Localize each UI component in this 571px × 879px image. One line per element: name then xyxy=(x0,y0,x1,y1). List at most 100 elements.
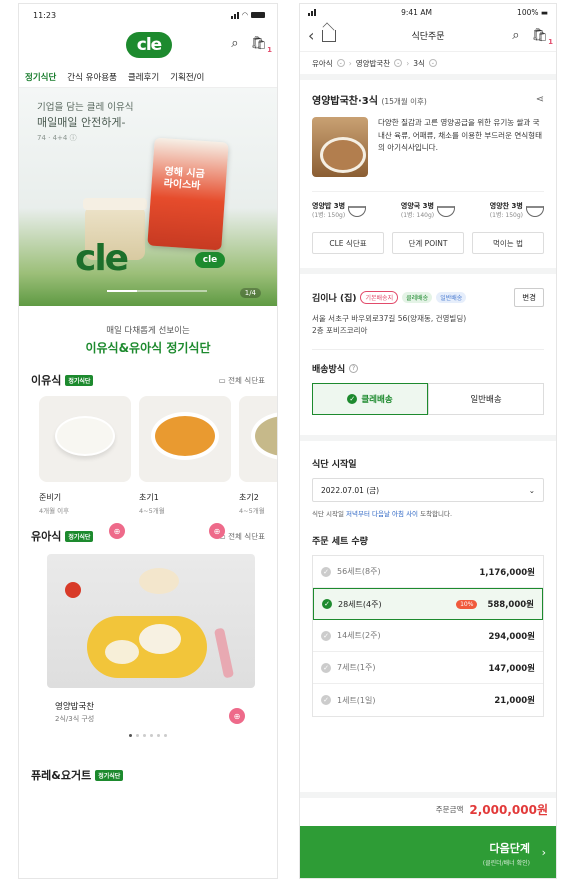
quantity-option-selected[interactable]: ✓ 28세트(4주) 10% 588,000원 xyxy=(313,588,543,620)
section-puree: 퓨레&요거트 정기식단 xyxy=(19,763,277,787)
section-tag: 정기식단 xyxy=(65,530,94,542)
signal-icon xyxy=(230,11,239,19)
search-icon[interactable]: ⌕ xyxy=(512,28,519,43)
category-tab-2[interactable]: 클레후기 xyxy=(128,71,159,83)
breadcrumb-item[interactable]: 유아식 xyxy=(312,58,333,69)
cart-add-button[interactable]: ⊕ xyxy=(229,708,245,724)
section-title: 유아식 xyxy=(31,530,62,543)
category-tab-0[interactable]: 정기식단 xyxy=(25,71,56,83)
chevron-down-icon[interactable]: ⌄ xyxy=(394,59,403,67)
delivery-option-normal[interactable]: 일반배송 xyxy=(428,383,544,415)
baby-food-carousel[interactable]: 준비기 4개월 이후 ⊕ 초기1 4~5개월 ⊕ 초기2 4~5개월 xyxy=(19,392,277,539)
check-icon: ✓ xyxy=(321,630,331,641)
menu-table-button[interactable]: CLE 식단표 xyxy=(312,232,384,254)
bowl-icon xyxy=(526,205,544,217)
discount-badge: 10% xyxy=(456,599,478,609)
card-sub: 4개월 이후 xyxy=(39,507,70,515)
delivery-address: 김이나 (집) 기본배송지 클레배송 일반배송 변경 서울 서초구 바우뫼로37… xyxy=(300,274,556,350)
category-tab-1[interactable]: 간식 유아용품 xyxy=(67,71,117,83)
chevron-down-icon[interactable]: ⌄ xyxy=(336,59,345,67)
cart-add-button[interactable]: ⊕ xyxy=(209,523,225,539)
delivery-option-cle[interactable]: ✓ 클레배송 xyxy=(312,383,428,415)
start-date-select[interactable]: 2022.07.01 (금) ⌄ xyxy=(312,478,544,502)
carousel-dots xyxy=(19,734,277,737)
card-sub: 4~5개월 xyxy=(139,507,165,515)
cart-add-button[interactable]: ⊕ xyxy=(109,523,125,539)
cle-logo[interactable]: cle xyxy=(126,32,172,58)
check-icon: ✓ xyxy=(321,566,331,577)
default-address-badge: 기본배송지 xyxy=(360,291,399,304)
card-name: 초기1 xyxy=(139,493,159,502)
card-name: 초기2 xyxy=(239,493,259,502)
breadcrumb: 유아식 ⌄ › 영양밥국찬 ⌄ › 3식 ⌄ xyxy=(300,52,556,80)
address-text: 서울 서초구 바우뫼로37길 56(양재동, 건영빌딩) 2층 포비즈코리아 xyxy=(312,313,544,350)
quantity-option[interactable]: ✓ 56세트(8주) 1,176,000원 xyxy=(313,556,543,588)
bowl-icon xyxy=(348,205,367,217)
breadcrumb-separator: › xyxy=(348,58,352,68)
battery-text: 100% ▬ xyxy=(517,7,548,17)
delivery-method: 배송방식? ✓ 클레배송 일반배송 xyxy=(300,350,556,441)
order-total: 주문금액 2,000,000원 xyxy=(300,792,556,820)
screenshot: 11:23 ◠ cle ⌕ 🛍 1 정기식단 간식 유아용품 클레후기 기획전/이… xyxy=(0,0,571,879)
check-icon: ✓ xyxy=(321,695,331,705)
banner-mini-logo: cle xyxy=(195,252,225,268)
order-start-section: 식단 시작일 2022.07.01 (금) ⌄ 식단 시작일 저녁부터 다음날 … xyxy=(300,441,556,717)
breadcrumb-separator: › xyxy=(406,58,410,68)
cart-icon[interactable]: 🛍 1 xyxy=(250,36,272,54)
product-title: 영양밥국찬·3식 (15개월 이후) xyxy=(312,96,427,107)
help-icon[interactable]: ? xyxy=(349,364,359,373)
normal-delivery-badge: 일반배송 xyxy=(436,292,467,303)
change-address-button[interactable]: 변경 xyxy=(514,288,544,307)
card-name: 준비기 xyxy=(39,493,62,502)
quantity-option[interactable]: ✓ 1세트(1일) 21,000원 xyxy=(313,684,543,716)
check-icon: ✓ xyxy=(322,599,332,609)
quantity-option[interactable]: ✓ 14세트(2주) 294,000원 xyxy=(313,620,543,652)
menu-link[interactable]: ▭ 전체 식단표 xyxy=(219,375,265,386)
banner-copy: 기업을 담는 클레 이유식 매일매일 안전하게- 74 · 4+4 ⓘ xyxy=(37,100,133,146)
banner-pager[interactable]: 1/4 xyxy=(239,288,261,298)
next-step-sub: (클린더/배너 확인) xyxy=(482,859,530,867)
breadcrumb-item[interactable]: 3식 xyxy=(413,58,425,69)
component-label: 영양찬 3병 (1병: 150g) xyxy=(489,202,523,219)
hero-banner[interactable]: 기업을 담는 클레 이유식 매일매일 안전하게- 74 · 4+4 ⓘ 영해 시… xyxy=(19,88,277,306)
breadcrumb-item[interactable]: 영양밥국찬 xyxy=(356,58,391,69)
product-pouch: 영해 시금 라이스바 xyxy=(147,137,229,251)
feeding-guide-button[interactable]: 먹이는 법 xyxy=(472,232,544,254)
toddler-product-info[interactable]: 영양밥국찬 2식/3식 구성 ⊕ xyxy=(19,688,277,724)
product-summary: 영양밥국찬·3식 (15개월 이후) ⋖ 다양한 질감과 고른 영양공급을 위한… xyxy=(300,80,556,274)
quantity-label: 주문 세트 수량 xyxy=(312,537,368,547)
cle-delivery-badge: 클레배송 xyxy=(402,292,433,303)
search-icon[interactable]: ⌕ xyxy=(231,36,238,51)
product-card[interactable]: 준비기 4개월 이후 ⊕ xyxy=(39,396,131,539)
product-card[interactable]: 초기1 4~5개월 ⊕ xyxy=(139,396,231,539)
back-icon[interactable]: ‹ xyxy=(308,26,314,45)
product-name: 영양밥국찬 xyxy=(55,702,95,712)
status-time: 11:23 xyxy=(33,10,57,20)
component-label: 영양국 3병 (1병: 140g) xyxy=(400,202,435,219)
share-icon[interactable]: ⋖ xyxy=(536,94,544,105)
promo-main: 이유식&유아식 정기식단 xyxy=(85,341,211,355)
start-date-label: 식단 시작일 xyxy=(312,460,357,470)
wifi-icon: ◠ xyxy=(241,11,248,19)
product-card[interactable]: 초기2 4~5개월 xyxy=(239,396,277,524)
toddler-product-image[interactable] xyxy=(47,554,255,688)
component-label: 영양밥 3병 (1병: 150g) xyxy=(312,202,346,219)
banner-progress xyxy=(107,290,207,292)
chevron-down-icon: ⌄ xyxy=(528,485,535,495)
battery-icon xyxy=(251,12,265,18)
home-icon[interactable] xyxy=(322,29,337,42)
next-step-button[interactable]: 다음단계 (클린더/배너 확인) › xyxy=(300,826,556,878)
chevron-down-icon[interactable]: ⌄ xyxy=(428,59,437,67)
delivery-label: 배송방식 xyxy=(312,365,346,375)
stage-point-button[interactable]: 단계 POINT xyxy=(392,232,464,254)
quantity-option[interactable]: ✓ 7세트(1주) 147,000원 xyxy=(313,652,543,684)
category-tab-3[interactable]: 기획전/이 xyxy=(170,71,204,83)
cart-icon[interactable]: 🛍 1 xyxy=(531,28,553,46)
section-toddler-food: 유아식 정기식단 ▭ 전체 식단표 xyxy=(19,524,277,548)
menu-link[interactable]: ▭ 전체 식단표 xyxy=(219,531,265,542)
cart-count: 1 xyxy=(267,46,272,54)
nav-bar: ‹ 식단주문 ⌕ 🛍 1 xyxy=(300,20,556,52)
category-nav: 정기식단 간식 유아용품 클레후기 기획전/이 xyxy=(19,66,277,88)
status-bar: 9:41 AM 100% ▬ xyxy=(300,4,556,20)
total-amount: 2,000,000원 xyxy=(469,802,548,817)
